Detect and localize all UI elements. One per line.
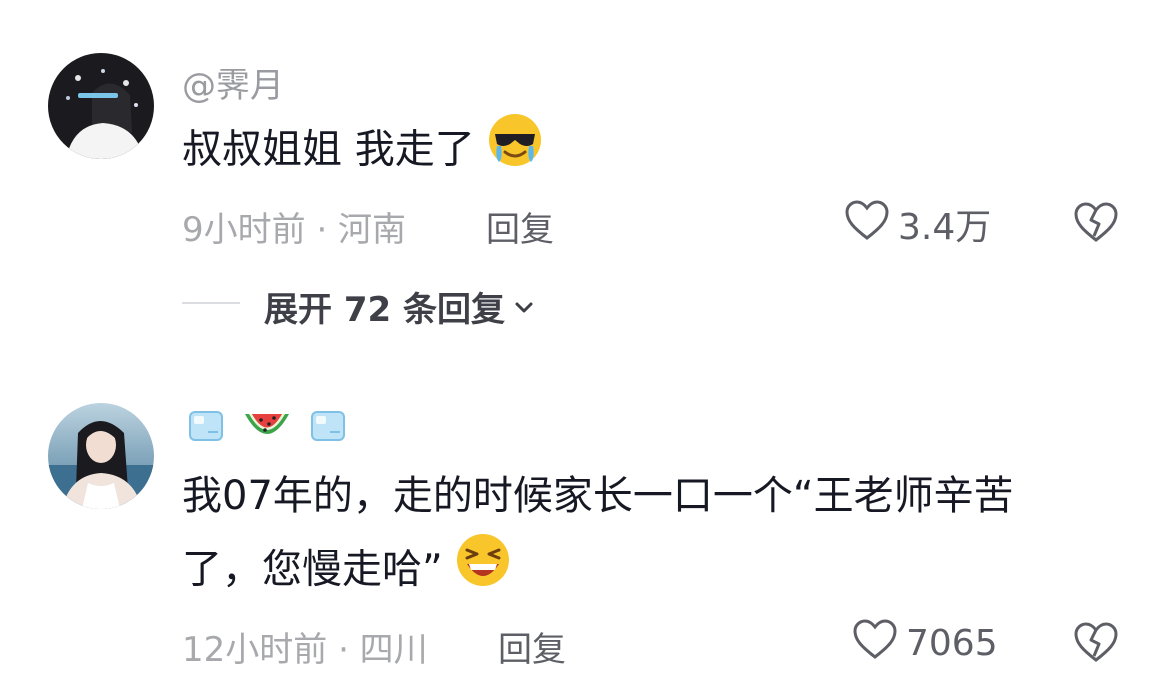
chevron-down-icon [513, 287, 535, 327]
comment-time-location: 12小时前 · 四川 [182, 630, 428, 670]
avatar[interactable] [48, 53, 154, 159]
comment-item: @霁月 叔叔姐姐 我走了 9小时前 · 河南 回复 3.4万 展开 72 条回复 [0, 0, 1169, 360]
reply-button[interactable]: 回复 [498, 622, 566, 671]
like-button[interactable]: 3.4万 [844, 198, 991, 250]
sunglasses-crying-emoji [487, 112, 543, 191]
heart-icon [844, 199, 890, 250]
like-count: 7065 [906, 623, 998, 664]
grinning-squint-emoji [455, 532, 511, 611]
divider [182, 302, 240, 304]
username[interactable] [186, 406, 348, 455]
comment-time-location: 9小时前 · 河南 [182, 210, 407, 250]
ice-cube-emoji [186, 406, 226, 455]
comment-text-line: 我07年的，走的时候家长一口一个“王老师辛苦 [182, 473, 1014, 519]
comment-item: 我07年的，走的时候家长一口一个“王老师辛苦 了，您慢走哈” 12小时前 · 四… [0, 360, 1169, 683]
ice-cube-emoji [308, 406, 348, 455]
expand-replies-label: 展开 72 条回复 [264, 290, 505, 330]
broken-heart-icon [1074, 622, 1118, 662]
comment-text-line: 了，您慢走哈” [182, 532, 511, 611]
expand-replies-button[interactable]: 展开 72 条回复 [264, 282, 535, 331]
broken-heart-icon [1074, 202, 1118, 242]
like-button[interactable]: 7065 [852, 618, 998, 669]
like-count: 3.4万 [898, 207, 992, 248]
comment-text-content: 叔叔姐姐 我走了 [182, 126, 475, 173]
username[interactable]: @霁月 [182, 58, 284, 107]
watermelon-emoji [243, 406, 291, 455]
dislike-button[interactable] [1073, 619, 1119, 665]
dislike-button[interactable] [1073, 199, 1119, 245]
heart-icon [852, 618, 898, 669]
comment-text: 叔叔姐姐 我走了 [182, 112, 543, 191]
avatar[interactable] [48, 403, 154, 509]
reply-button[interactable]: 回复 [486, 202, 554, 251]
comment-text-content: 了，您慢走哈” [182, 546, 443, 593]
